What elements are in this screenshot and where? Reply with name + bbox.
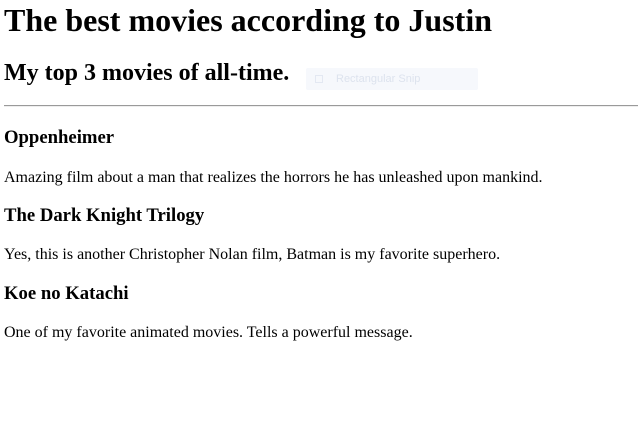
page-subtitle: My top 3 movies of all-time. <box>4 60 290 86</box>
rectangle-icon <box>315 75 323 83</box>
movie-title-1: Oppenheimer <box>4 127 115 148</box>
movie-description-3: One of my favorite animated movies. Tell… <box>4 324 413 341</box>
snip-mode-label: Rectangular Snip <box>336 73 421 85</box>
movie-title-3: Koe no Katachi <box>4 283 129 304</box>
movie-title-2: The Dark Knight Trilogy <box>4 205 205 226</box>
movie-description-2: Yes, this is another Christopher Nolan f… <box>4 246 501 263</box>
divider <box>4 105 638 107</box>
page-title: The best movies according to Justin <box>4 2 492 38</box>
movie-description-1: Amazing film about a man that realizes t… <box>4 169 543 186</box>
snip-mode-tooltip[interactable]: Rectangular Snip <box>306 68 478 90</box>
